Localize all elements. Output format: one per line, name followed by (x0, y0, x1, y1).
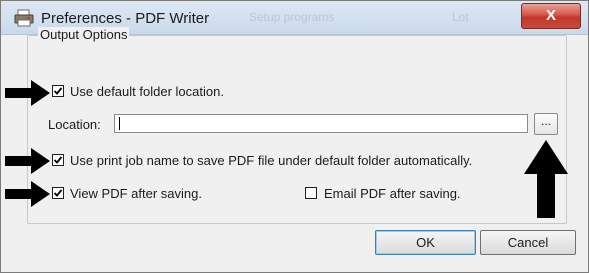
location-label: Location: (48, 117, 101, 132)
email-pdf-label: Email PDF after saving. (324, 186, 461, 201)
use-default-folder-checkbox[interactable] (52, 85, 64, 97)
checkmark-icon (53, 87, 63, 95)
close-icon: X (545, 7, 556, 24)
checkmark-icon (53, 156, 63, 164)
output-options-label: Output Options (38, 27, 130, 42)
annotation-arrow-right-icon (5, 148, 50, 174)
use-print-job-name-label: Use print job name to save PDF file unde… (70, 153, 473, 168)
annotation-arrow-right-icon (5, 80, 50, 106)
checkmark-icon (53, 189, 63, 197)
annotation-arrow-up-icon (524, 140, 568, 218)
ok-button[interactable]: OK (375, 230, 476, 255)
view-pdf-label: View PDF after saving. (70, 186, 202, 201)
location-input[interactable] (114, 114, 528, 133)
background-title-fragment: Setup programs (249, 10, 335, 24)
email-pdf-checkbox[interactable] (305, 187, 317, 199)
printer-icon (14, 9, 34, 27)
close-button[interactable]: X (521, 3, 581, 29)
text-caret (119, 117, 120, 130)
annotation-arrow-right-icon (5, 181, 50, 207)
browse-button[interactable]: ... (534, 113, 558, 135)
background-title-fragment: Lot (452, 10, 469, 24)
cancel-button[interactable]: Cancel (480, 230, 576, 255)
window-title: Preferences - PDF Writer (41, 10, 210, 27)
use-default-folder-label: Use default folder location. (70, 84, 224, 99)
use-print-job-name-checkbox[interactable] (52, 154, 64, 166)
preferences-window: Setup programs Lot Preferences - PDF Wri… (0, 0, 589, 273)
view-pdf-checkbox[interactable] (52, 187, 64, 199)
